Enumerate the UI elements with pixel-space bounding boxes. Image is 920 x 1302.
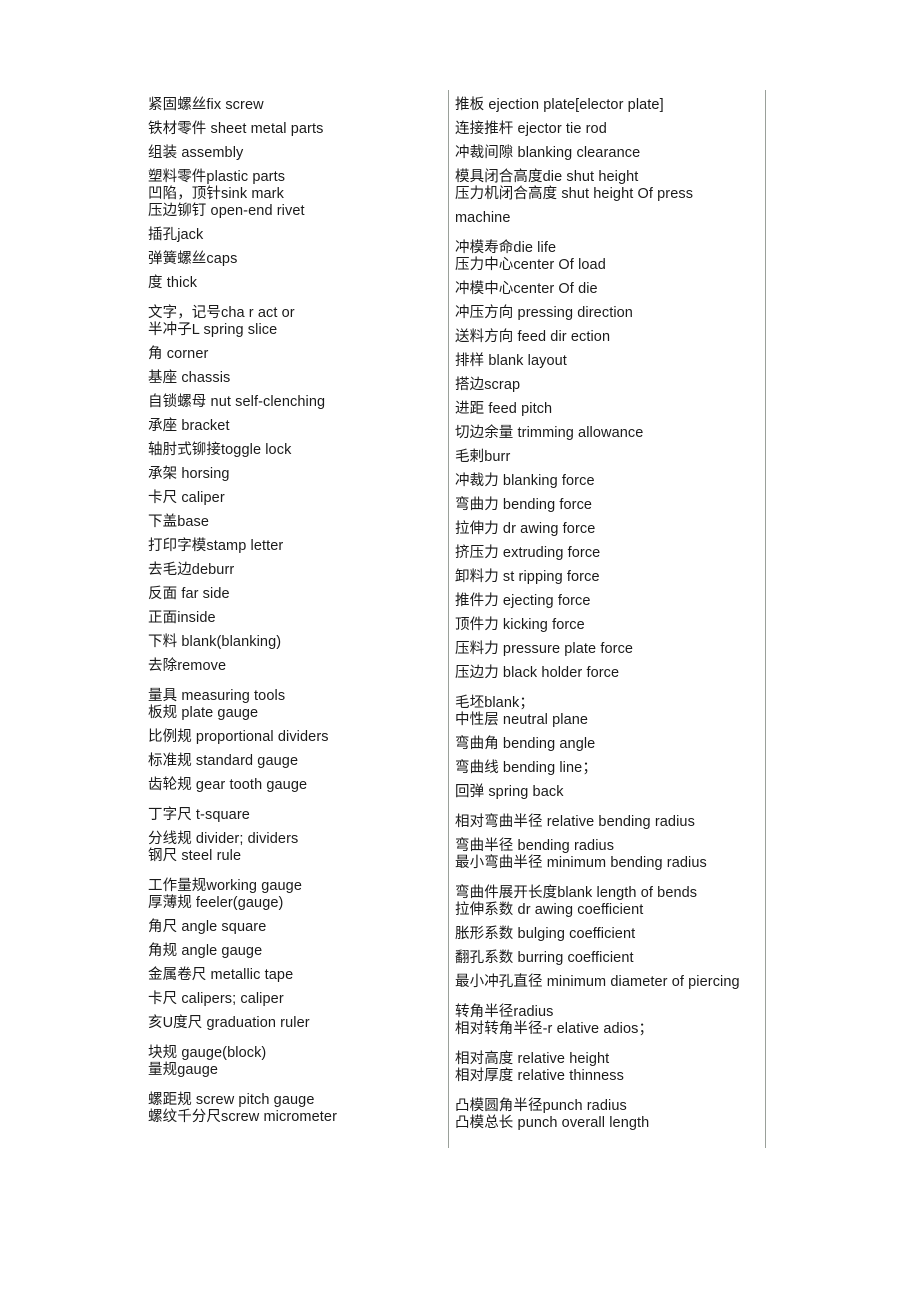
glossary-entry: 搭边scrap [455, 377, 521, 393]
glossary-entry: 胀形系数 bulging coefficient [455, 926, 636, 942]
glossary-entry: 文字，记号cha r act or [148, 305, 295, 321]
glossary-entry: 拉伸力 dr awing force [455, 521, 596, 537]
glossary-entry: 压边铆钉 open-end rivet [148, 203, 305, 219]
glossary-entry: 插孔jack [148, 227, 204, 243]
glossary-entry: 卸料力 st ripping force [455, 569, 600, 585]
glossary-entry: 最小弯曲半径 minimum bending radius [455, 855, 707, 871]
glossary-entry: 冲模中心center Of die [455, 281, 598, 297]
glossary-entry: 凸模圆角半径punch radius [455, 1098, 627, 1114]
glossary-entry: 自锁螺母 nut self-clenching [148, 394, 326, 410]
glossary-entry: 压力中心center Of load [455, 257, 606, 273]
glossary-entry: 半冲子L spring slice [148, 322, 278, 338]
glossary-entry: 打印字模stamp letter [148, 538, 284, 554]
glossary-entry: 弯曲线 bending line； [455, 760, 597, 776]
glossary-entry: 齿轮规 gear tooth gauge [148, 777, 308, 793]
glossary-entry: 角规 angle gauge [148, 943, 263, 959]
glossary-entry: 排样 blank layout [455, 353, 567, 369]
glossary-entry: 压边力 black holder force [455, 665, 620, 681]
glossary-entry: 凸模总长 punch overall length [455, 1115, 650, 1131]
glossary-entry: 切边余量 trimming allowance [455, 425, 644, 441]
glossary-entry: 毛剌burr [455, 449, 511, 465]
glossary-entry: 基座 chassis [148, 370, 231, 386]
glossary-entry: 压力机闭合高度 shut height Of press [455, 186, 694, 202]
glossary-entry: 冲裁力 blanking force [455, 473, 595, 489]
glossary-entry: 度 thick [148, 275, 198, 291]
glossary-entry: 量具 measuring tools [148, 688, 286, 704]
glossary-entry: 弯曲角 bending angle [455, 736, 596, 752]
glossary-entry: 工作量规working gauge [148, 878, 303, 894]
glossary-entry: 连接推杆 ejector tie rod [455, 121, 607, 137]
glossary-entry: 丁字尺 t-square [148, 807, 250, 823]
glossary-entry: 凹陷，顶针sink mark [148, 186, 284, 202]
glossary-entry: 进距 feed pitch [455, 401, 553, 417]
glossary-column-left: 紧固螺丝fix screw 铁材零件 sheet metal parts 组装 as… [148, 90, 438, 1126]
glossary-entry: 厚薄规 feeler(gauge) [148, 895, 284, 911]
glossary-entry: 最小冲孔直径 minimum diameter of piercing [455, 974, 740, 990]
glossary-entry: 螺纹千分尺screw micrometer [148, 1109, 337, 1125]
glossary-entry: 弹簧螺丝caps [148, 251, 238, 267]
glossary-entry: 顶件力 kicking force [455, 617, 585, 633]
glossary-entry: 标准规 standard gauge [148, 753, 299, 769]
glossary-entry: 推板 ejection plate[elector plate] [455, 97, 664, 113]
glossary-entry: 紧固螺丝fix screw [148, 97, 264, 113]
glossary-entry: 亥U度尺 graduation ruler [148, 1015, 310, 1031]
glossary-entry: 去除remove [148, 658, 227, 674]
glossary-entry: 弯曲力 bending force [455, 497, 593, 513]
glossary-entry: 压料力 pressure plate force [455, 641, 634, 657]
glossary-entry: 拉伸系数 dr awing coefficient [455, 902, 644, 918]
glossary-entry: 卡尺 calipers; caliper [148, 991, 284, 1007]
glossary-entry: 轴肘式铆接toggle lock [148, 442, 292, 458]
glossary-entry: 回弹 spring back [455, 784, 564, 800]
glossary-entry: 反面 far side [148, 586, 230, 602]
glossary-entry: 量规gauge [148, 1062, 219, 1078]
glossary-entry: 块规 gauge(block) [148, 1045, 267, 1061]
glossary-entry: 相对转角半径-r elative adios； [455, 1021, 654, 1037]
glossary-entry: 角 corner [148, 346, 209, 362]
glossary-entry: 推件力 ejecting force [455, 593, 591, 609]
glossary-entry: 比例规 proportional dividers [148, 729, 329, 745]
glossary-entry: 模具闭合高度die shut height [455, 169, 639, 185]
glossary-entry: 板规 plate gauge [148, 705, 259, 721]
glossary-entry: 弯曲件展开长度blank length of bends [455, 885, 698, 901]
glossary-entry: 正面inside [148, 610, 216, 626]
glossary-entry: 承架 horsing [148, 466, 230, 482]
glossary-entry: 塑料零件plastic parts [148, 169, 286, 185]
glossary-entry: 相对厚度 relative thinness [455, 1068, 625, 1084]
glossary-entry: 弯曲半径 bending radius [455, 838, 615, 854]
glossary-entry: 分线规 divider; dividers [148, 831, 299, 847]
glossary-entry: 转角半径radius [455, 1004, 554, 1020]
glossary-entry: 钢尺 steel rule [148, 848, 242, 864]
glossary-entry: 挤压力 extruding force [455, 545, 601, 561]
document-page: 紧固螺丝fix screw 铁材零件 sheet metal parts 组装 as… [0, 0, 920, 1302]
glossary-entry: 毛坯blank； [455, 695, 534, 711]
glossary-entry: 组装 assembly [148, 145, 244, 161]
glossary-column-right: 推板 ejection plate[elector plate] 连接推杆 eje… [448, 90, 766, 1148]
glossary-entry: 送料方向 feed dir ection [455, 329, 611, 345]
glossary-entry: 角尺 angle square [148, 919, 267, 935]
glossary-entry: 冲模寿命die life [455, 240, 557, 256]
glossary-entry: 翻孔系数 burring coefficient [455, 950, 634, 966]
glossary-entry: 铁材零件 sheet metal parts [148, 121, 324, 137]
glossary-entry: 冲裁间隙 blanking clearance [455, 145, 641, 161]
glossary-entry: 相对高度 relative height [455, 1051, 610, 1067]
glossary-entry: 中性层 neutral plane [455, 712, 589, 728]
glossary-entry: 卡尺 caliper [148, 490, 225, 506]
glossary-entry: 下料 blank(blanking) [148, 634, 282, 650]
glossary-entry: 下盖base [148, 514, 210, 530]
glossary-entry: 冲压方向 pressing direction [455, 305, 633, 321]
glossary-entry: 去毛边deburr [148, 562, 235, 578]
glossary-entry: 螺距规 screw pitch gauge [148, 1092, 315, 1108]
glossary-entry: machine [455, 210, 511, 226]
glossary-entry: 金属卷尺 metallic tape [148, 967, 294, 983]
glossary-entry: 相对弯曲半径 relative bending radius [455, 814, 695, 830]
glossary-entry: 承座 bracket [148, 418, 230, 434]
